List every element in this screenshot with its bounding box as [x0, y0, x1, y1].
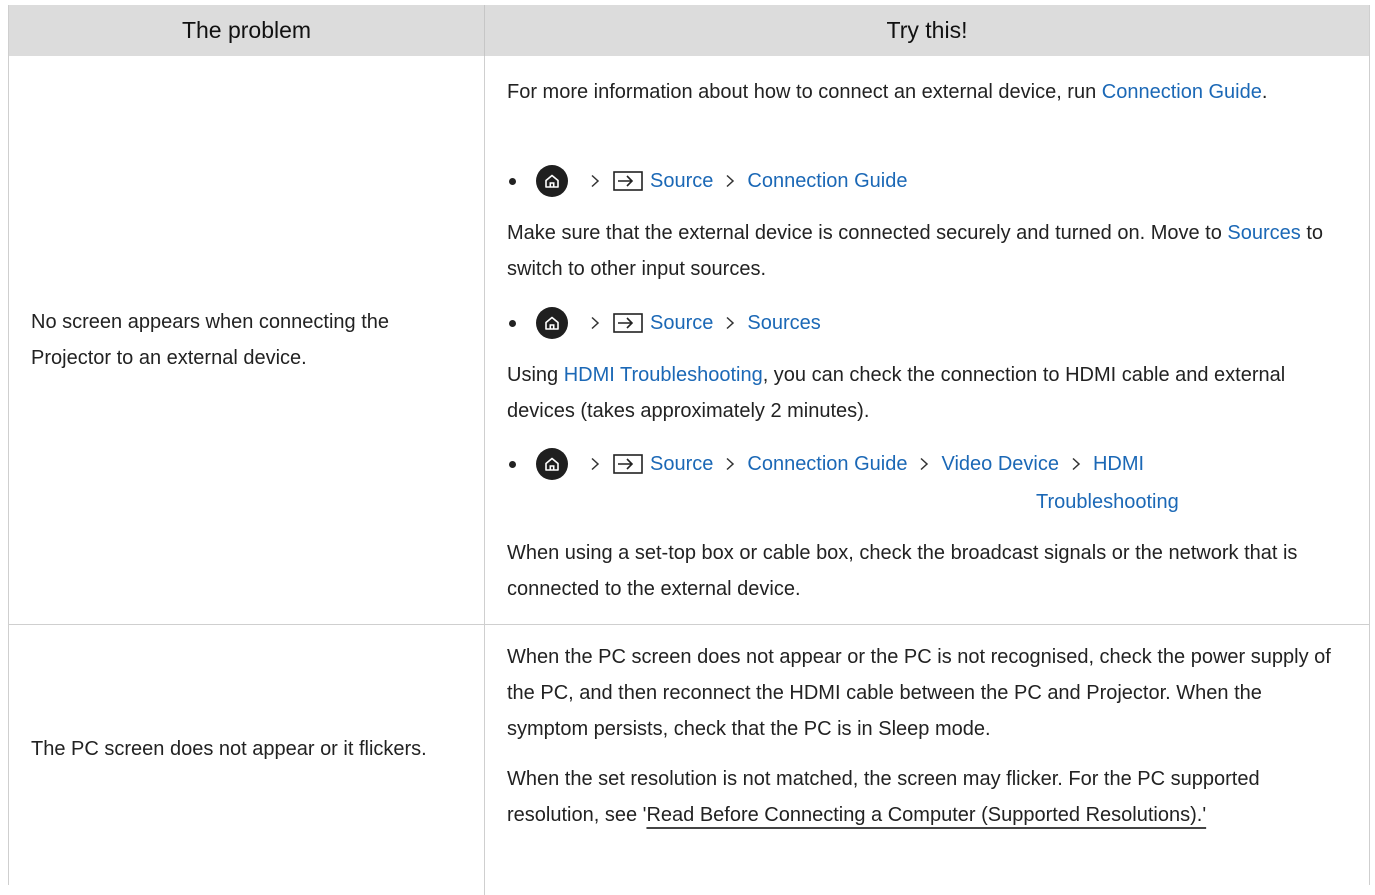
paragraph-text: Make sure that the external device is co…: [507, 222, 1228, 244]
home-icon[interactable]: [536, 307, 568, 339]
chevron-right-icon: [719, 316, 741, 330]
source-input-icon: [612, 453, 644, 475]
menu-path: Source Connection Guide: [509, 163, 1351, 199]
table-header: The problem Try this!: [9, 5, 1369, 56]
reference-link[interactable]: Read Before Connecting a Computer (Suppo…: [646, 804, 1206, 826]
hdmi-troubleshooting-link[interactable]: HDMI Troubleshooting: [564, 364, 763, 386]
solution-cell: When the PC screen does not appear or th…: [485, 625, 1369, 895]
home-icon[interactable]: [536, 448, 568, 480]
problem-cell: The PC screen does not appear or it flic…: [9, 625, 485, 895]
table-row: No screen appears when connecting the Pr…: [9, 56, 1369, 625]
path-item-connection-guide[interactable]: Connection Guide: [747, 163, 907, 199]
paragraph-text: When the PC screen does not appear or th…: [507, 646, 1331, 740]
solution-paragraph: When using a set-top box or cable box, c…: [507, 535, 1347, 607]
chevron-right-icon: [584, 316, 606, 330]
header-try-this: Try this!: [886, 17, 968, 43]
bullet: [509, 177, 516, 185]
solution-paragraph: When the set resolution is not matched, …: [507, 761, 1347, 833]
solution-paragraph: Using HDMI Troubleshooting, you can chec…: [507, 357, 1347, 429]
bullet: [509, 460, 516, 468]
solution-paragraph: When the PC screen does not appear or th…: [507, 639, 1347, 747]
path-item-source[interactable]: Source: [650, 305, 713, 341]
source-input-icon: [612, 312, 644, 334]
path-item-sources[interactable]: Sources: [747, 305, 820, 341]
chevron-right-icon: [584, 457, 606, 471]
problem-text: The PC screen does not appear or it flic…: [31, 738, 427, 760]
source-input-icon: [612, 170, 644, 192]
menu-path-continued: Troubleshooting: [1036, 484, 1375, 520]
solution-paragraph: For more information about how to connec…: [507, 74, 1347, 110]
path-item-source[interactable]: Source: [650, 446, 713, 482]
path-item-video-device[interactable]: Video Device: [941, 446, 1058, 482]
path-item-troubleshooting[interactable]: Troubleshooting: [1036, 491, 1179, 513]
table-row: The PC screen does not appear or it flic…: [9, 625, 1369, 895]
header-problem: The problem: [9, 5, 485, 56]
paragraph-text: .: [1261, 81, 1268, 103]
troubleshooting-table: The problem Try this! No screen appears …: [8, 5, 1370, 895]
menu-path: Source Connection Guide Video Device HDM…: [509, 446, 1351, 482]
solution-paragraph: Make sure that the external device is co…: [507, 215, 1347, 287]
connection-guide-link[interactable]: Connection Guide: [1102, 81, 1262, 103]
sources-link[interactable]: Sources: [1227, 222, 1300, 244]
chevron-right-icon: [719, 174, 741, 188]
paragraph-text: Using: [507, 364, 564, 386]
menu-path: Source Sources: [509, 305, 1351, 341]
solution-cell: For more information about how to connec…: [485, 56, 1369, 624]
path-item-source[interactable]: Source: [650, 163, 713, 199]
paragraph-text: For more information about how to connec…: [507, 81, 1102, 103]
path-item-connection-guide[interactable]: Connection Guide: [747, 446, 907, 482]
path-item-hdmi[interactable]: HDMI: [1093, 446, 1144, 482]
problem-cell: No screen appears when connecting the Pr…: [9, 56, 485, 624]
problem-text: No screen appears when connecting the Pr…: [31, 311, 390, 369]
chevron-right-icon: [1065, 457, 1087, 471]
chevron-right-icon: [584, 174, 606, 188]
paragraph-text: When using a set-top box or cable box, c…: [507, 542, 1298, 600]
chevron-right-icon: [913, 457, 935, 471]
home-icon[interactable]: [536, 165, 568, 197]
chevron-right-icon: [719, 457, 741, 471]
bullet: [509, 319, 516, 327]
